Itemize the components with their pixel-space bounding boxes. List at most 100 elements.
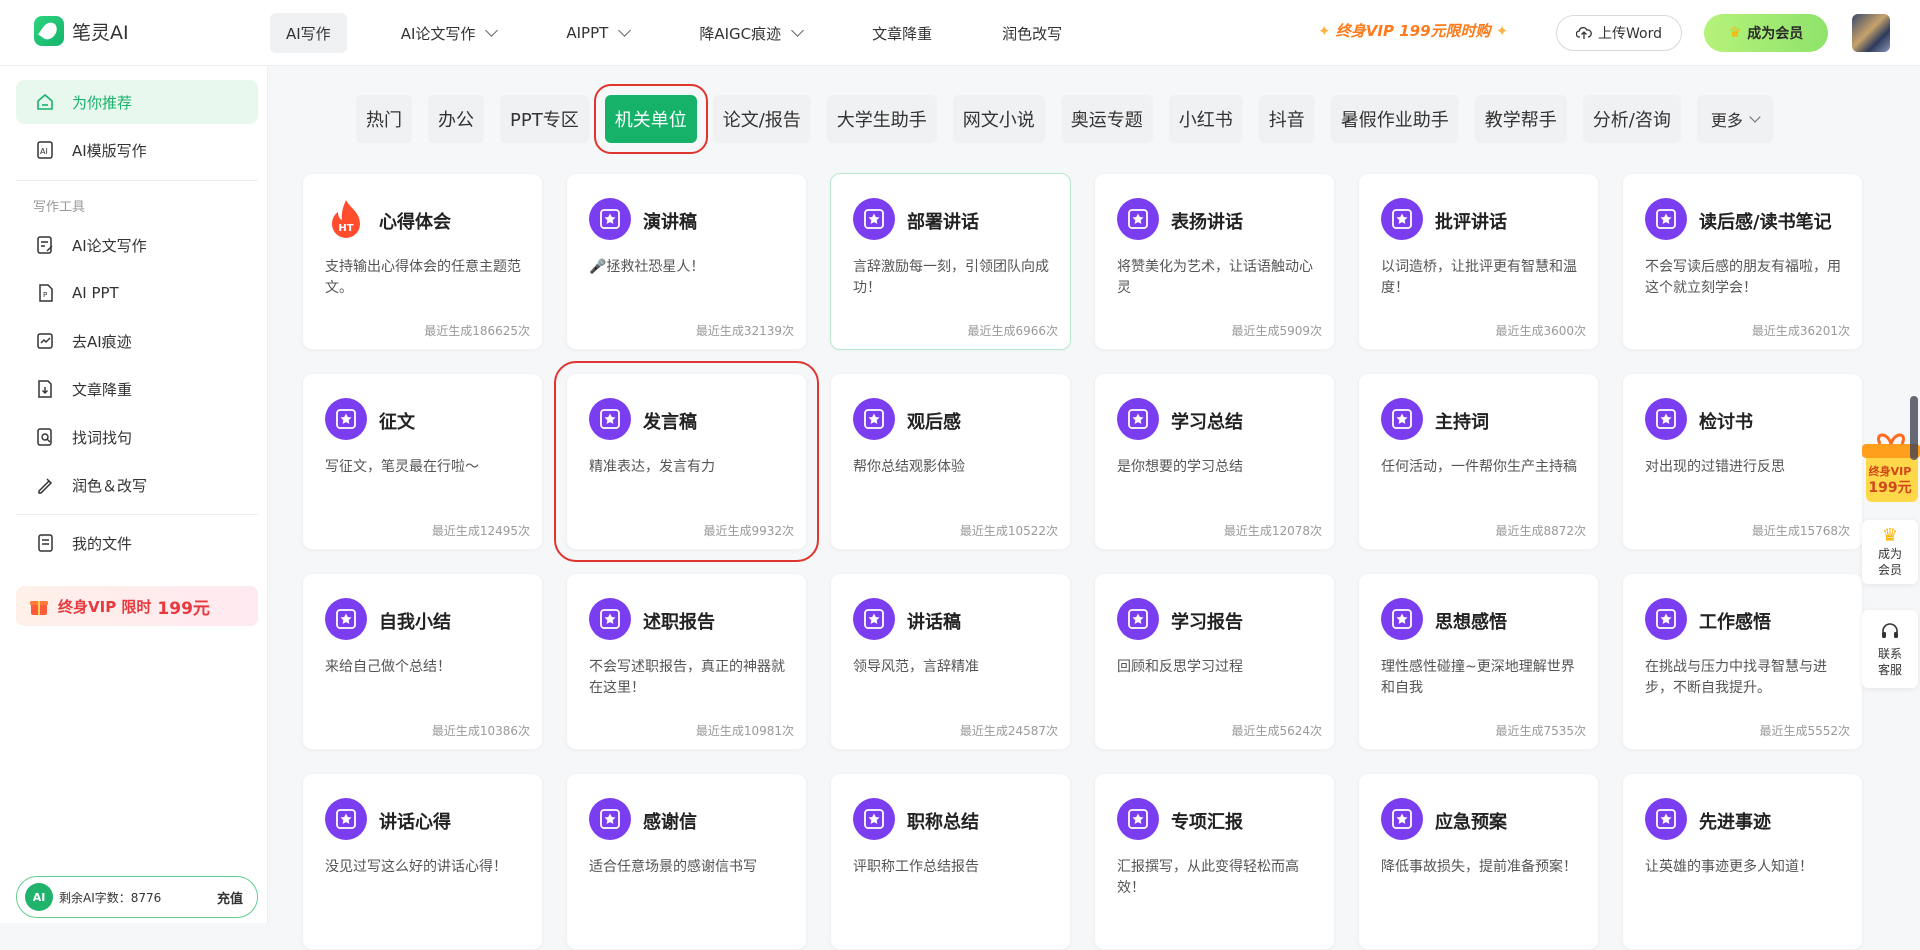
become-member-label: 成为会员: [1747, 26, 1804, 42]
tab-8[interactable]: 小红书: [1168, 95, 1243, 143]
card-description: 支持输出心得体会的任意主题范文。: [325, 259, 521, 296]
card-title: 批评讲话: [1435, 212, 1507, 233]
card-title: 感谢信: [643, 812, 697, 833]
card-title: 应急预案: [1435, 812, 1507, 833]
template-card[interactable]: 专项汇报 汇报撰写，从此变得轻松而高效！: [1094, 773, 1335, 950]
tab-1[interactable]: 办公: [428, 95, 484, 143]
template-card[interactable]: 检讨书 对出现的过错进行反思 最近生成15768次: [1622, 373, 1863, 550]
scrollbar-thumb[interactable]: [1910, 396, 1918, 460]
template-card[interactable]: 应急预案 降低事故损失，提前准备预案！: [1358, 773, 1599, 950]
star-icon: [853, 198, 895, 240]
sidebar-vip-banner[interactable]: 终身VIP 限时 199元: [16, 586, 258, 626]
gift-icon: [30, 601, 48, 615]
tab-5[interactable]: 大学生助手: [826, 95, 937, 143]
tab-6[interactable]: 网文小说: [952, 95, 1045, 143]
tab-4[interactable]: 论文/报告: [712, 95, 811, 143]
card-description: 领导风范，言辞精准: [853, 659, 979, 675]
card-title: 读后感/读书笔记: [1699, 212, 1832, 233]
crown-icon: ♛: [1881, 525, 1899, 546]
tab-12[interactable]: 分析/咨询: [1582, 95, 1681, 143]
sidebar-item-label: 文章降重: [72, 380, 133, 399]
card-description: 是你想要的学习总结: [1117, 459, 1243, 475]
template-card[interactable]: 学习报告 回顾和反思学习过程 最近生成5624次: [1094, 573, 1335, 750]
template-card[interactable]: 感谢信 适合任意场景的感谢信书写: [566, 773, 807, 950]
template-card[interactable]: 发言稿 精准表达，发言有力 最近生成9932次: [554, 361, 819, 562]
tab-11[interactable]: 教学帮手: [1474, 95, 1567, 143]
template-card[interactable]: 主持词 任何活动，一件帮你生产主持稿 最近生成8872次: [1358, 373, 1599, 550]
card-description: 精准表达，发言有力: [589, 459, 715, 475]
star-icon: [325, 398, 367, 440]
tab-more[interactable]: 更多: [1696, 95, 1773, 143]
floating-member-button[interactable]: ♛ 成为会员: [1862, 520, 1918, 584]
template-card[interactable]: 职称总结 评职称工作总结报告: [830, 773, 1071, 950]
ai-credit-icon: AI: [25, 883, 53, 911]
sidebar-item-label: 润色＆改写: [72, 476, 148, 495]
template-card[interactable]: 自我小结 来给自己做个总结！ 最近生成10386次: [302, 573, 543, 750]
star-icon: [589, 398, 631, 440]
chevron-down-icon: [1749, 110, 1761, 123]
template-card[interactable]: 先进事迹 让英雄的事迹更多人知道！: [1622, 773, 1863, 950]
upload-word-button[interactable]: 上传Word: [1556, 15, 1682, 51]
template-card[interactable]: 观后感 帮你总结观影体验 最近生成10522次: [830, 373, 1071, 550]
card-usage-count: 最近生成15768次: [1751, 524, 1850, 538]
nav-item-5[interactable]: 润色改写: [986, 13, 1078, 53]
card-description: 没见过写这么好的讲话心得！: [325, 859, 507, 875]
tab-0[interactable]: 热门: [356, 95, 412, 143]
recharge-button[interactable]: 充值: [217, 888, 243, 907]
star-icon: [1645, 198, 1687, 240]
fire-icon: HT: [325, 198, 367, 240]
template-card[interactable]: 演讲稿 🎤拯救社恐星人！ 最近生成32139次: [566, 173, 807, 350]
tab-7[interactable]: 奥运专题: [1060, 95, 1153, 143]
nav-item-2[interactable]: AIPPT: [550, 13, 645, 53]
card-title: 检讨书: [1699, 412, 1753, 433]
sidebar-item-recommend[interactable]: 为你推荐: [16, 80, 258, 124]
nav-item-0[interactable]: AI写作: [270, 13, 347, 53]
tab-9[interactable]: 抖音: [1258, 95, 1315, 143]
star-icon: [853, 598, 895, 640]
star-icon: [1645, 598, 1687, 640]
template-card[interactable]: 读后感/读书笔记 不会写读后感的朋友有福啦，用这个就立刻学会！ 最近生成36201次: [1622, 173, 1863, 350]
card-description: 将赞美化为艺术，让话语触动心灵: [1117, 259, 1313, 296]
template-card[interactable]: 学习总结 是你想要的学习总结 最近生成12078次: [1094, 373, 1335, 550]
card-title: 先进事迹: [1699, 812, 1771, 833]
logo[interactable]: 笔灵AI: [34, 16, 129, 46]
sidebar-tool-4[interactable]: 找词找句: [16, 415, 258, 459]
template-card[interactable]: 批评讲话 以词造桥，让批评更有智慧和温度！ 最近生成3600次: [1358, 173, 1599, 350]
sidebar-item-ai-template[interactable]: AI AI模版写作: [16, 128, 258, 172]
sidebar-item-label: 找词找句: [72, 428, 133, 447]
tab-10[interactable]: 暑假作业助手: [1330, 95, 1459, 143]
sidebar-item-label: AI论文写作: [72, 236, 147, 255]
template-card[interactable]: 表扬讲话 将赞美化为艺术，让话语触动心灵 最近生成5909次: [1094, 173, 1335, 350]
vip-promo-text: 终身VIP 199元限时购: [1335, 22, 1491, 40]
template-card[interactable]: 讲话心得 没见过写这么好的讲话心得！: [302, 773, 543, 950]
vip-promo-banner[interactable]: ✦ 终身VIP 199元限时购 ✦: [1318, 20, 1508, 41]
sidebar-tool-1[interactable]: P AI PPT: [16, 271, 258, 315]
star-icon: [1645, 798, 1687, 840]
sidebar-tool-3[interactable]: 文章降重: [16, 367, 258, 411]
template-card[interactable]: 工作感悟 在挑战与压力中找寻智慧与进步，不断自我提升。 最近生成5552次: [1622, 573, 1863, 750]
tab-3[interactable]: 机关单位: [593, 84, 708, 154]
template-card[interactable]: 讲话稿 领导风范，言辞精准 最近生成24587次: [830, 573, 1071, 750]
template-card[interactable]: 部署讲话 言辞激励每一刻，引领团队向成功！ 最近生成6966次: [830, 173, 1071, 350]
card-title: 专项汇报: [1171, 812, 1243, 833]
floating-support-button[interactable]: 联系客服: [1862, 610, 1918, 688]
nav-item-4[interactable]: 文章降重: [856, 13, 948, 53]
template-card[interactable]: HT 心得体会 支持输出心得体会的任意主题范文。 最近生成186625次: [302, 173, 543, 350]
sidebar-tool-2[interactable]: 去AI痕迹: [16, 319, 258, 363]
sidebar-tool-5[interactable]: 润色＆改写: [16, 463, 258, 507]
sidebar-tool-0[interactable]: AI论文写作: [16, 223, 258, 267]
template-card[interactable]: 思想感悟 理性感性碰撞~更深地理解世界和自我 最近生成7535次: [1358, 573, 1599, 750]
become-member-button[interactable]: ♛ 成为会员: [1704, 14, 1828, 52]
nav-item-3[interactable]: 降AIGC痕迹: [683, 13, 818, 53]
template-card[interactable]: 征文 写征文，笔灵最在行啦～ 最近生成12495次: [302, 373, 543, 550]
tab-2[interactable]: PPT专区: [500, 95, 589, 143]
nav-item-1[interactable]: AI论文写作: [385, 13, 513, 53]
star-icon: [1117, 198, 1159, 240]
avatar[interactable]: [1852, 14, 1890, 52]
card-description: 以词造桥，让批评更有智慧和温度！: [1381, 259, 1577, 296]
template-card[interactable]: 述职报告 不会写述职报告，真正的神器就在这里！ 最近生成10981次: [566, 573, 807, 750]
sidebar-item-my-files[interactable]: 我的文件: [16, 521, 258, 565]
star-icon: [1381, 598, 1423, 640]
card-description: 理性感性碰撞~更深地理解世界和自我: [1381, 659, 1575, 696]
tab-more-label: 更多: [1710, 111, 1743, 130]
